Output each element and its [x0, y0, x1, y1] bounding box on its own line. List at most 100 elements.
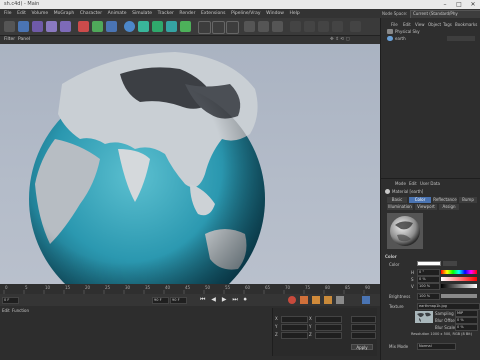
rot-b-field[interactable] [351, 332, 376, 339]
obj-menu-bookmarks[interactable]: Bookmarks [455, 22, 477, 27]
python-icon[interactable] [350, 21, 361, 32]
cube-icon[interactable] [124, 21, 135, 32]
tab-bump[interactable]: Bump [459, 197, 477, 203]
h-field[interactable]: 0 ° [417, 269, 440, 276]
scale-tool-icon[interactable] [46, 21, 57, 32]
brightness-field[interactable]: 100 % [417, 293, 440, 300]
lower-tab-function[interactable]: Function [12, 308, 29, 313]
menu-mograph[interactable]: MoGraph [54, 9, 74, 18]
color-swatch[interactable] [417, 261, 441, 266]
blur-offset-field[interactable]: 0 % [455, 317, 478, 324]
mix-mode-dropdown[interactable]: Normal [417, 343, 456, 350]
menu-simulate[interactable]: Simulate [132, 9, 152, 18]
size-z-field[interactable] [315, 332, 342, 339]
render-settings-icon[interactable] [272, 21, 283, 32]
undo-icon[interactable] [4, 21, 15, 32]
menu-volume[interactable]: Volume [31, 9, 48, 18]
menu-file[interactable]: File [4, 9, 12, 18]
maximize-button[interactable]: □ [454, 0, 464, 9]
attr-menu-mode[interactable]: Mode [395, 181, 406, 186]
render-icon[interactable] [258, 21, 269, 32]
autokey-icon[interactable] [300, 296, 308, 304]
keyframe-icon[interactable] [312, 296, 320, 304]
size-x-field[interactable] [315, 316, 342, 323]
color-mode-icons[interactable] [443, 261, 457, 266]
key-rotation-icon[interactable] [336, 296, 344, 304]
pos-y-field[interactable] [281, 324, 308, 331]
tab-color[interactable]: Color [409, 197, 431, 203]
obj-menu-object[interactable]: Object [428, 22, 441, 27]
obj-menu-tags[interactable]: Tags [443, 22, 452, 27]
spline-icon[interactable] [138, 21, 149, 32]
viewport-nav-icons[interactable]: ✥ ⇕ ⟲ ▢ [330, 37, 350, 42]
key-position-icon[interactable] [324, 296, 332, 304]
camera-icon[interactable] [212, 21, 225, 34]
menu-extensions[interactable]: Extensions [201, 9, 225, 18]
frame-end-field-2[interactable]: 90 F [170, 297, 187, 304]
playback-controls[interactable]: ⏮ ◀ ▶ ⏭ ⏺ [200, 296, 249, 304]
v-field[interactable]: 100 % [417, 283, 440, 290]
blur-scale-field[interactable]: 0 % [455, 324, 478, 331]
menu-edit[interactable]: Edit [17, 9, 26, 18]
floor-icon[interactable] [198, 21, 211, 34]
obj-menu-edit[interactable]: Edit [403, 22, 411, 27]
menu-character[interactable]: Character [80, 9, 102, 18]
deformer-icon[interactable] [180, 21, 191, 32]
frame-end-field[interactable]: 90 F [152, 297, 169, 304]
menu-pipeline[interactable]: Pipeline/Vray [231, 9, 260, 18]
z-axis-icon[interactable] [106, 21, 117, 32]
frame-start-field[interactable]: 0 F [2, 297, 19, 304]
object-earth[interactable]: earth [395, 36, 406, 41]
pos-x-field[interactable] [281, 316, 308, 323]
apply-button[interactable]: Apply [351, 344, 373, 350]
snap-icon[interactable] [290, 21, 301, 32]
close-button[interactable]: ✕ [468, 0, 478, 9]
nurbs-icon[interactable] [152, 21, 163, 32]
size-y-field[interactable] [315, 324, 342, 331]
obj-menu-view[interactable]: View [415, 22, 425, 27]
viewport-menu-panel[interactable]: Panel [18, 37, 30, 42]
light-icon[interactable] [226, 21, 239, 34]
array-icon[interactable] [166, 21, 177, 32]
tab-reflectance[interactable]: Reflectance [433, 197, 457, 203]
x-axis-icon[interactable] [78, 21, 89, 32]
texture-file-field[interactable]: earthmap1k.jpg [417, 303, 480, 310]
value-slider[interactable] [441, 284, 477, 288]
render-view-icon[interactable] [244, 21, 255, 32]
timeline-settings-icon[interactable] [362, 296, 370, 304]
s-field[interactable]: 0 % [417, 276, 440, 283]
minimize-button[interactable]: – [440, 0, 450, 9]
tab-viewport[interactable]: Viewport [415, 204, 437, 210]
menu-render[interactable]: Render [179, 9, 195, 18]
move-tool-icon[interactable] [18, 21, 29, 32]
hue-slider[interactable] [441, 270, 477, 274]
workplane-icon[interactable] [304, 21, 315, 32]
sampling-dropdown[interactable]: MIP [455, 310, 478, 317]
y-axis-icon[interactable] [92, 21, 103, 32]
menu-animate[interactable]: Animate [108, 9, 127, 18]
brightness-slider[interactable] [441, 294, 477, 298]
rotate-tool-icon[interactable] [60, 21, 71, 32]
rot-p-field[interactable] [351, 324, 376, 331]
menu-help[interactable]: Help [289, 9, 299, 18]
grid-icon[interactable] [318, 21, 329, 32]
menu-window[interactable]: Window [266, 9, 284, 18]
menu-tracker[interactable]: Tracker [158, 9, 174, 18]
viewport-menu-filter[interactable]: Filter [4, 37, 15, 42]
pos-z-field[interactable] [281, 332, 308, 339]
rot-h-field[interactable] [351, 316, 376, 323]
axis-mode-icon[interactable] [332, 21, 343, 32]
obj-menu-file[interactable]: File [391, 22, 398, 27]
tab-illumination[interactable]: Illumination [387, 204, 413, 210]
attr-menu-edit[interactable]: Edit [409, 181, 417, 186]
record-icon[interactable] [288, 296, 296, 304]
tab-basic[interactable]: Basic [387, 197, 407, 203]
timeline-ruler[interactable]: 0 5 10 15 20 25 30 35 40 45 50 55 60 65 70 75 80 85 90 [0, 284, 380, 294]
object-physical-sky[interactable]: Physical Sky [395, 29, 420, 34]
viewport[interactable] [0, 44, 380, 284]
lower-tab-edit[interactable]: Edit [2, 308, 10, 313]
saturation-slider[interactable] [441, 277, 477, 281]
attr-menu-userdata[interactable]: User Data [420, 181, 440, 186]
select-tool-icon[interactable] [32, 21, 43, 32]
tab-assign[interactable]: Assign [439, 204, 459, 210]
